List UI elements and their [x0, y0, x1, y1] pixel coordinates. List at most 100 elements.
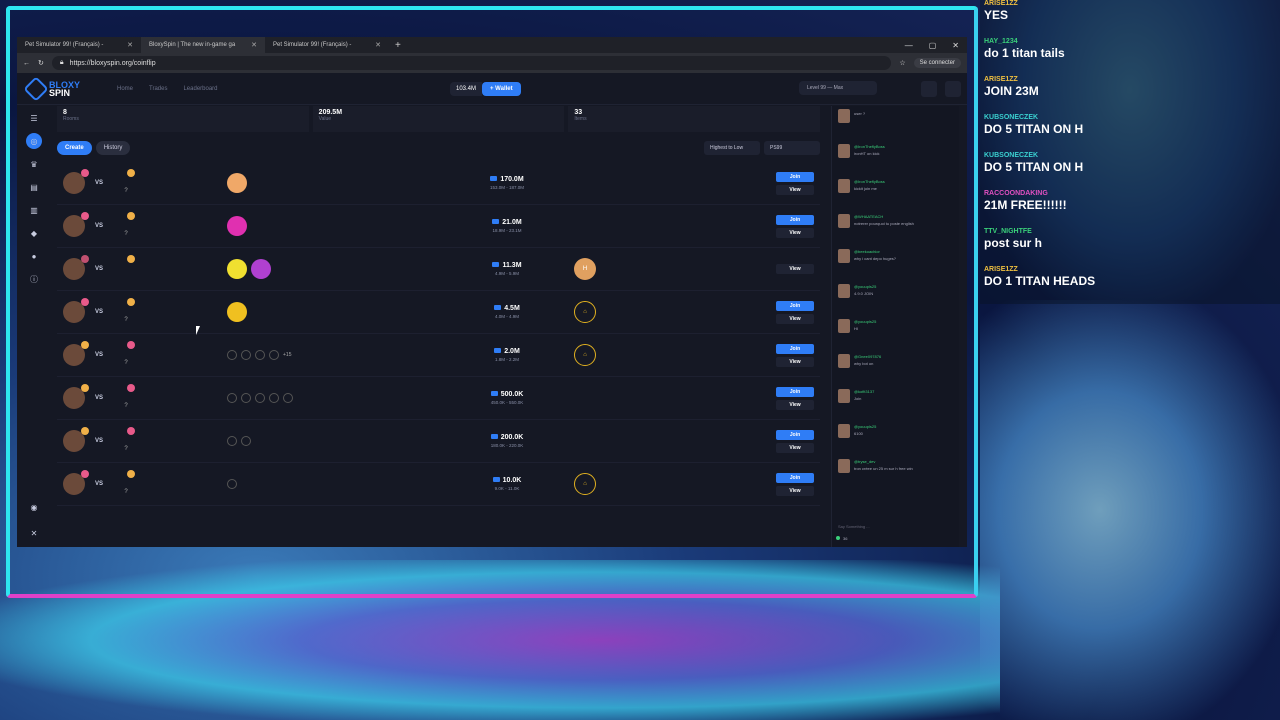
browser-tab[interactable]: Pet Simulator 99! (Français) - ✕	[265, 37, 389, 53]
book-icon[interactable]: ▤	[26, 179, 42, 195]
join-button[interactable]: Join	[776, 343, 814, 354]
stat-value: 33	[574, 109, 583, 116]
info-icon[interactable]: ⓘ	[26, 271, 42, 287]
chat-input[interactable]: Say Something ...	[838, 524, 953, 529]
avatar	[63, 298, 89, 323]
value-amount: 170.0M	[472, 176, 542, 183]
chat-username[interactable]: @youupls25	[854, 424, 876, 429]
stream-message: post sur h	[984, 236, 1043, 250]
signin-button[interactable]: Se connecter	[913, 58, 961, 68]
user-menu[interactable]: Level 99 — Max	[799, 81, 877, 95]
chat-username[interactable]: @beekoachior	[854, 249, 896, 254]
join-button[interactable]: Join	[776, 214, 814, 225]
join-button[interactable]: Join	[776, 300, 814, 311]
chat-text: ironHT on kick	[854, 151, 880, 156]
bell-icon[interactable]	[921, 81, 937, 97]
nav-leaderboard[interactable]: Leaderboard	[183, 86, 217, 92]
view-button[interactable]: View	[776, 399, 814, 410]
bloxyspin-logo[interactable]: BLOXY SPIN	[23, 75, 107, 102]
pet-slot-icon	[227, 479, 237, 489]
avatar	[838, 144, 850, 158]
new-tab-button[interactable]: +	[389, 40, 407, 51]
view-button[interactable]: View	[776, 485, 814, 496]
opponent-slot: ?	[115, 341, 137, 366]
close-icon[interactable]: ✕	[251, 41, 257, 49]
value-range: 4.9M - 5.9M	[494, 271, 519, 276]
stream-message: DO 1 TITAN HEADS	[984, 274, 1096, 288]
row-actions: Join View	[776, 214, 814, 238]
close-icon[interactable]: ✕	[952, 41, 959, 50]
join-button[interactable]: Join	[776, 171, 814, 182]
view-button[interactable]: View	[776, 313, 814, 324]
back-icon[interactable]: ←	[23, 60, 30, 67]
reload-icon[interactable]: ↻	[38, 59, 44, 67]
chat-username[interactable]: @youupls25	[854, 319, 876, 324]
star-icon[interactable]: ☆	[899, 59, 905, 67]
pet-slot-icon	[227, 350, 237, 360]
create-button[interactable]: Create	[57, 141, 92, 155]
coinflip-row: VS ? +15 2.0M 1.8M - 2.2M ⌂ Join View	[57, 334, 820, 377]
opponent-slot: ?	[115, 169, 137, 194]
sidebar: ☰ ◎ ♛ ▤ ▥ ◆ ● ⓘ ◉ ✕	[17, 106, 51, 547]
tag-icon[interactable]: ◆	[26, 225, 42, 241]
vs-label: VS	[95, 223, 104, 229]
menu-icon[interactable]: ☰	[26, 110, 42, 126]
coinflip-row: VS ? 4.5M 4.0M - 4.9M ⌂ Join View	[57, 291, 820, 334]
discord-icon[interactable]: ◉	[26, 499, 42, 515]
game-select[interactable]: PS99	[764, 141, 820, 155]
coinflip-list: VS ? 170.0M 153.0M - 187.0M Join View VS ?…	[57, 162, 820, 506]
chat-username[interactable]: @tryse_dev	[854, 459, 913, 464]
close-icon[interactable]: ✕	[375, 41, 381, 49]
history-button[interactable]: History	[95, 141, 131, 155]
user-icon[interactable]: ●	[26, 248, 42, 264]
chat-username[interactable]: @WHAATEACH	[854, 214, 914, 219]
pet-slot-icon	[255, 350, 265, 360]
x-icon[interactable]: ✕	[26, 525, 42, 541]
flip-value: 2.0M 1.8M - 2.2M	[472, 348, 542, 362]
logo-bottom: SPIN	[49, 87, 71, 98]
chat-username[interactable]: @IronTheflyBoss	[854, 179, 885, 184]
nav-home[interactable]: Home	[117, 86, 133, 92]
pet-slot-icon	[269, 350, 279, 360]
browser-tab[interactable]: BloxySpin | The new in-game ga ✕	[141, 37, 265, 53]
chat-username[interactable]: @kofit3137	[854, 389, 874, 394]
minimize-icon[interactable]: —	[905, 41, 913, 50]
stat-label: Items	[574, 116, 587, 122]
browser-tab[interactable]: Pet Simulator 99! (Français) - ✕	[17, 37, 141, 53]
trophy-icon[interactable]: ♛	[26, 156, 42, 172]
avatar	[63, 212, 89, 237]
stream-username: KUBSONECZEK	[984, 152, 1039, 159]
pet-slot-icon	[241, 393, 251, 403]
join-button[interactable]: Join	[776, 472, 814, 483]
view-button[interactable]: View	[776, 227, 814, 238]
chat-message: @beekoachior why i cant depo huges?	[832, 246, 959, 281]
url-field[interactable]: 🔒︎ https://bloxyspin.org/coinflip	[51, 56, 892, 70]
stream-chat-line: KUBSONECZEK DO 5 TITAN ON H	[980, 114, 1280, 152]
wallet-button[interactable]: + Wallet	[482, 82, 521, 96]
sort-select[interactable]: Highest to Low	[704, 141, 760, 155]
chat-username[interactable]: @IronTheflyBoss	[854, 144, 885, 149]
mouse-cursor-icon	[196, 326, 200, 335]
opponent-slot: ?	[115, 212, 137, 237]
stream-chat-line: KUBSONECZEK DO 5 TITAN ON H	[980, 152, 1280, 190]
coinflip-icon[interactable]: ◎	[26, 133, 42, 149]
unknown-player: ?	[124, 317, 128, 323]
chat-username[interactable]: @Gnee097876	[854, 354, 881, 359]
chat-username[interactable]: @youupls25	[854, 284, 876, 289]
view-button[interactable]: View	[776, 184, 814, 195]
coin-side-icon	[127, 427, 135, 435]
view-button[interactable]: View	[776, 442, 814, 453]
chat-text: Join	[854, 396, 862, 401]
join-button[interactable]: Join	[776, 429, 814, 440]
value-range: 4.0M - 4.9M	[494, 314, 519, 319]
join-button[interactable]: Join	[776, 386, 814, 397]
chat-toggle-icon[interactable]	[945, 81, 961, 97]
stat-label: Rooms	[63, 116, 79, 122]
view-button[interactable]: View	[776, 356, 814, 367]
view-button[interactable]: View	[776, 264, 814, 274]
document-icon[interactable]: ▥	[26, 202, 42, 218]
nav-trades[interactable]: Trades	[149, 86, 167, 92]
close-icon[interactable]: ✕	[127, 41, 133, 49]
maximize-icon[interactable]: ▢	[929, 41, 937, 50]
chat-text: user ?	[854, 111, 866, 116]
